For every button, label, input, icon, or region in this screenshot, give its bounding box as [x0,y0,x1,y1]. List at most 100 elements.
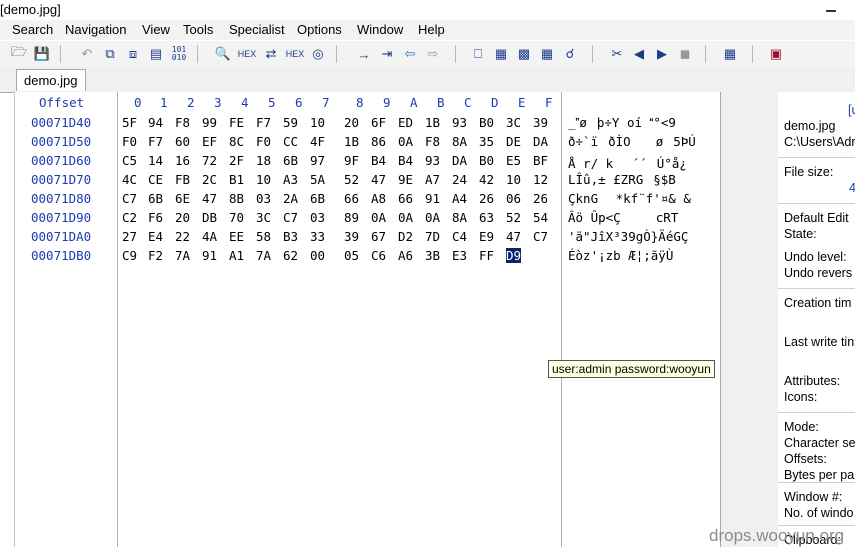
hex-byte[interactable]: F6 [148,210,163,225]
hex-binary-icon[interactable]: 101 010 [170,45,188,63]
hex-byte[interactable]: 63 [479,210,494,225]
hex-byte[interactable]: 47 [202,191,217,206]
save-icon[interactable]: 💾 [33,45,51,63]
hex-byte[interactable]: 66 [398,191,413,206]
hex-byte[interactable]: 0A [398,210,413,225]
hex-byte[interactable]: 0A [425,210,440,225]
hex-byte[interactable]: C2 [122,210,137,225]
hex-byte[interactable]: EE [229,229,244,244]
hex-byte[interactable]: FF [479,248,494,263]
menu-search[interactable]: Search [12,22,53,37]
hex-byte[interactable]: F0 [122,134,137,149]
hex-byte[interactable]: 86 [371,134,386,149]
hex-byte[interactable]: A8 [371,191,386,206]
table-icon[interactable]: ▦ [721,45,739,63]
hex-byte[interactable]: 22 [175,229,190,244]
menu-tools[interactable]: Tools [183,22,213,37]
hex-byte[interactable]: 72 [202,153,217,168]
hex-byte[interactable]: E4 [148,229,163,244]
hex-byte[interactable]: 91 [202,248,217,263]
hex-byte[interactable]: 91 [425,191,440,206]
hex-byte[interactable]: F7 [148,134,163,149]
hex-byte[interactable]: 0A [371,210,386,225]
hex-byte[interactable]: 2F [229,153,244,168]
hex-byte[interactable]: B0 [479,115,494,130]
hex-byte[interactable]: B4 [398,153,413,168]
text-row[interactable]: ÇknG *kf¨f'¤& & [568,191,691,207]
hex-byte[interactable]: 59 [283,115,298,130]
hex-byte[interactable]: CC [283,134,298,149]
hex-byte[interactable]: 03 [256,191,271,206]
hex-byte[interactable]: 14 [148,153,163,168]
hex-byte[interactable]: E3 [452,248,467,263]
hex-byte[interactable]: 8C [229,134,244,149]
replace-icon[interactable]: ⇄ [262,45,280,63]
hex-byte[interactable]: 10 [256,172,271,187]
image-icon[interactable]: ▩ [515,45,533,63]
text-row[interactable]: Å r/ k´´Ú°å¿ [568,153,687,173]
hex-byte[interactable]: 93 [452,115,467,130]
text-row[interactable]: Âö Ûp<Ç  cRT [568,210,678,226]
hex-byte[interactable]: 12 [533,172,548,187]
hex-byte[interactable]: 20 [344,115,359,130]
hex-byte[interactable]: 54 [533,210,548,225]
menu-window[interactable]: Window [357,22,403,37]
hex-byte[interactable]: C6 [371,248,386,263]
text-row[interactable]: LÎû,± £ZRG§$B [568,172,676,188]
hex-byte[interactable]: 60 [175,134,190,149]
hex-byte[interactable]: 10 [310,115,325,130]
hex-byte[interactable]: 7D [425,229,440,244]
hex-byte[interactable]: FB [175,172,190,187]
hex-byte[interactable]: 8A [452,210,467,225]
hex-byte[interactable]: 16 [175,153,190,168]
menu-view[interactable]: View [142,22,170,37]
hex-byte[interactable]: 26 [479,191,494,206]
next-icon[interactable]: ▶ [653,45,671,63]
hex-byte[interactable]: 6B [283,153,298,168]
hex-byte[interactable]: E5 [506,153,521,168]
hex-byte[interactable]: C9 [122,248,137,263]
book-icon[interactable]: ▣ [767,45,785,63]
text-row[interactable]: _øþ÷Y oí °<9 [568,115,676,131]
hex-byte[interactable]: 1B [344,134,359,149]
hex-byte[interactable]: 2A [283,191,298,206]
hex-byte[interactable]: 05 [344,248,359,263]
hex-byte[interactable]: 3B [425,248,440,263]
hex-byte[interactable]: DB [202,210,217,225]
hex-byte[interactable]: 4F [310,134,325,149]
camera-icon[interactable]: ◼ [676,45,694,63]
cut-icon[interactable]: ⧈ [124,45,142,63]
back-arrow-icon[interactable]: ⇦ [401,45,419,63]
hex-byte[interactable]: B0 [479,153,494,168]
hex-byte[interactable]: C7 [533,229,548,244]
hex-byte[interactable]: B3 [283,229,298,244]
hex-byte[interactable]: C4 [452,229,467,244]
text-row[interactable]: 'ä"JîX³39gÒ}ÄéGÇ [568,229,688,244]
hex-byte[interactable]: 9F [344,153,359,168]
text-row[interactable]: ð÷`ïðÌO  ø5ÞÚ [568,134,696,150]
hex-byte[interactable]: 35 [479,134,494,149]
hex-byte[interactable]: 5F [122,115,137,130]
hex-byte[interactable]: C7 [122,191,137,206]
hex-byte[interactable]: 00 [310,248,325,263]
menu-help[interactable]: Help [418,22,445,37]
hex-byte[interactable]: 3C [256,210,271,225]
calculator-icon[interactable]: ▦ [538,45,556,63]
hex-byte[interactable]: F8 [175,115,190,130]
text-row[interactable]: Éòz'¡zb Æ¦;ãÿÙ [568,248,673,263]
hex-byte[interactable]: ED [398,115,413,130]
hex-byte[interactable]: 94 [148,115,163,130]
hex-byte[interactable]: 7A [256,248,271,263]
hex-byte[interactable]: DA [533,134,548,149]
menu-navigation[interactable]: Navigation [65,22,126,37]
hex-byte[interactable]: 47 [506,229,521,244]
hex-byte[interactable]: 10 [506,172,521,187]
menu-options[interactable]: Options [297,22,342,37]
hex-byte[interactable]: FE [229,115,244,130]
hex-byte[interactable]: 58 [256,229,271,244]
menu-specialist[interactable]: Specialist [229,22,285,37]
hex-byte[interactable]: CE [148,172,163,187]
hex-byte[interactable]: 2C [202,172,217,187]
hex-byte[interactable]: 8A [452,134,467,149]
undo-icon[interactable]: ↶ [78,45,96,63]
